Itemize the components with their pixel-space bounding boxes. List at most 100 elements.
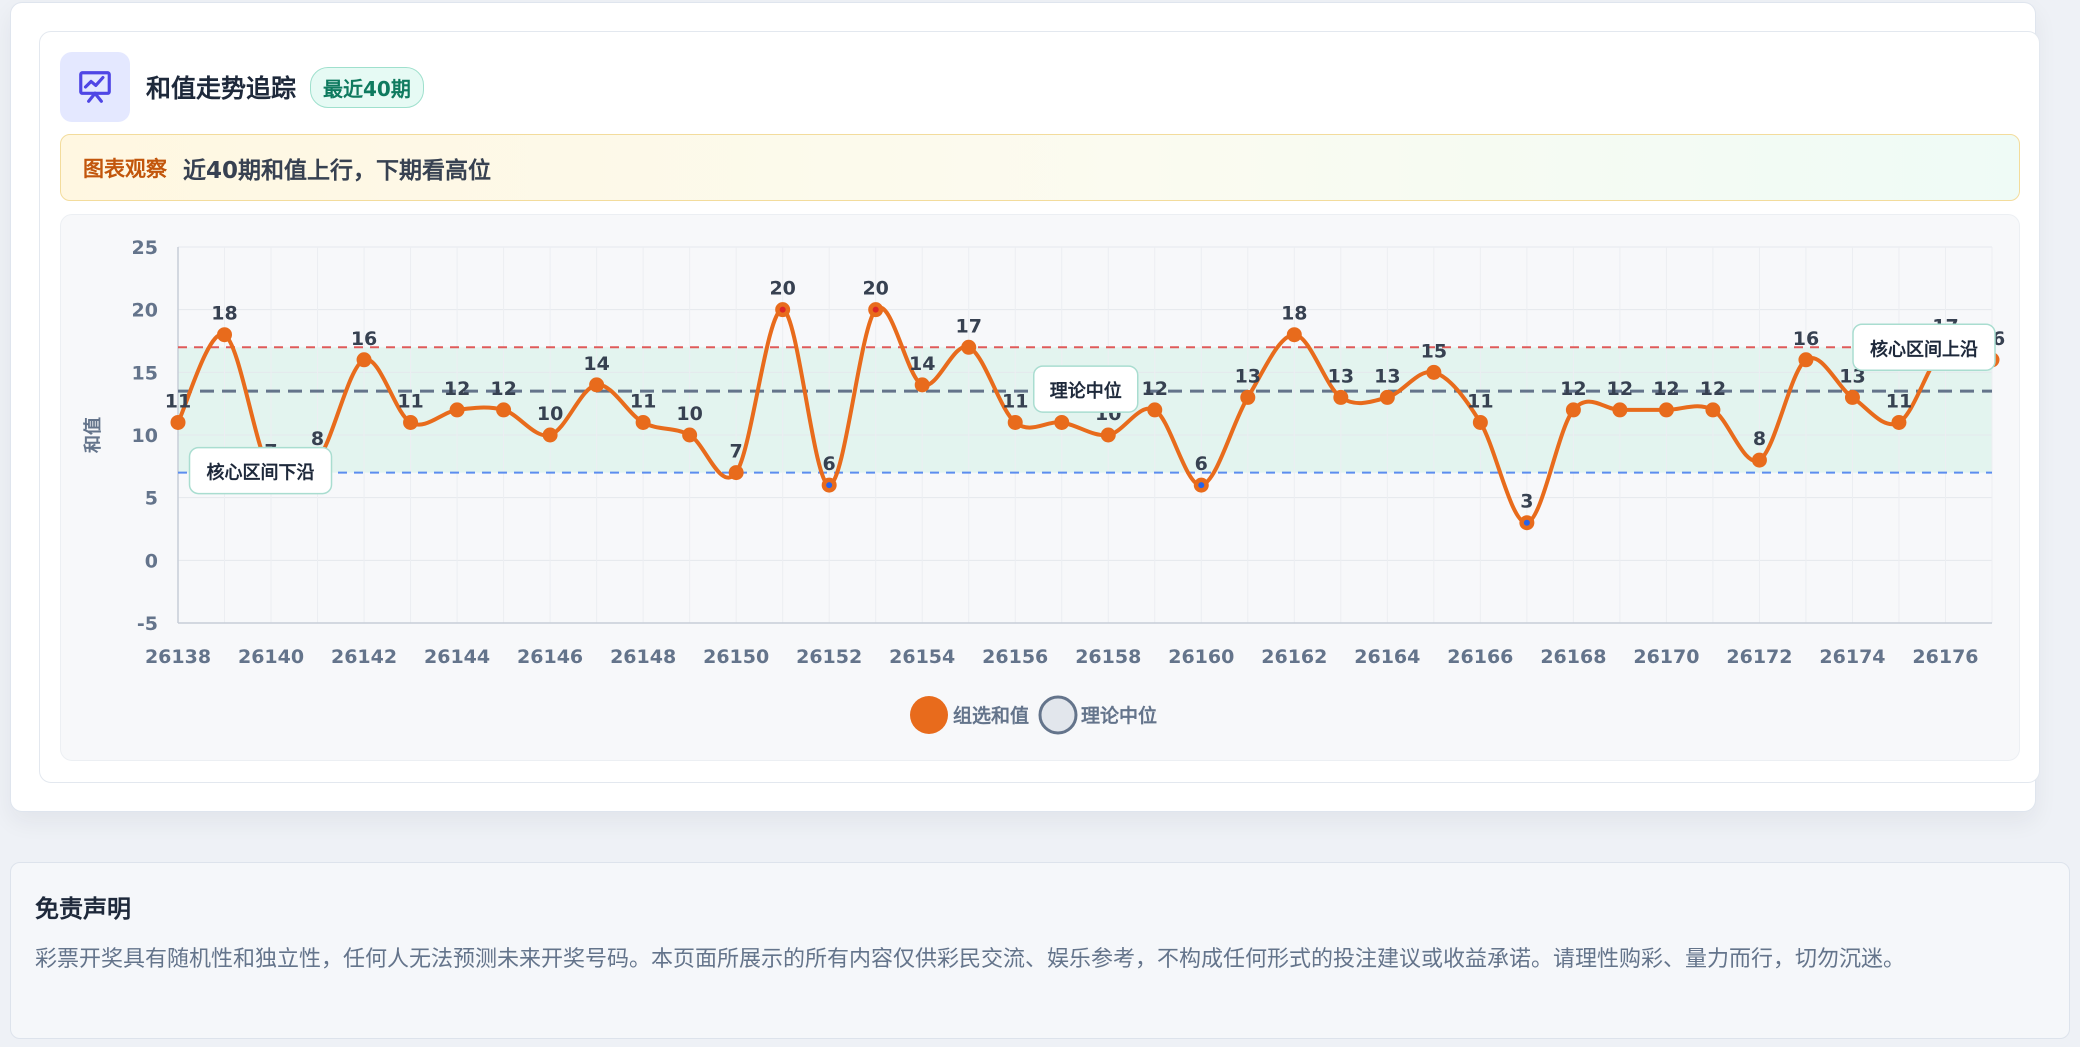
x-tick-label: 26140 (238, 646, 304, 668)
data-label: 11 (165, 390, 191, 412)
period-badge: 最近40期 (310, 66, 424, 108)
data-point (961, 339, 977, 355)
card-header: 和值走势追踪 最近40期 (60, 52, 424, 122)
data-label: 20 (769, 278, 795, 300)
legend-label: 组选和值 (953, 704, 1029, 727)
x-tick-label: 26152 (796, 646, 862, 668)
data-point (1751, 452, 1767, 468)
data-label: 12 (1142, 378, 1168, 400)
x-tick-label: 26142 (331, 646, 397, 668)
chart-panel: -5 0 5 10 15 20 25 26138 26140 26142 26144 26146 261… (60, 214, 2020, 761)
data-label: 11 (397, 390, 423, 412)
data-label: 16 (1793, 328, 1819, 350)
observation-banner: 图表观察 近40期和值上行，下期看高位 (60, 134, 2020, 201)
y-tick-label: -5 (137, 613, 158, 635)
data-point (403, 414, 419, 430)
data-label: 14 (583, 353, 609, 375)
data-point (1100, 427, 1116, 443)
legend-marker (910, 696, 948, 734)
y-axis-title: 和值 (82, 417, 104, 453)
data-label: 18 (1281, 303, 1307, 325)
data-label: 16 (351, 328, 377, 350)
data-label: 8 (311, 428, 324, 450)
data-point (1007, 414, 1023, 430)
y-tick-label: 5 (145, 488, 158, 510)
disclaimer-text: 彩票开奖具有随机性和独立性，任何人无法预测未来开奖号码。本页面所展示的所有内容仅… (35, 947, 1906, 972)
data-point (1472, 414, 1488, 430)
data-label: 8 (1753, 428, 1766, 450)
y-tick-label: 10 (132, 425, 158, 447)
data-label: 17 (955, 315, 981, 337)
x-tick-label: 26164 (1354, 646, 1420, 668)
data-point (589, 377, 605, 393)
chart-title: 和值走势追踪 (146, 74, 297, 103)
data-point (542, 427, 558, 443)
data-label: 12 (1560, 378, 1586, 400)
max-point-marker (779, 306, 786, 313)
y-tick-label: 25 (132, 237, 158, 259)
x-tick-label: 26176 (1912, 646, 1978, 668)
data-point (356, 352, 372, 368)
data-point (635, 414, 651, 430)
data-label: 10 (676, 403, 702, 425)
data-label: 11 (630, 390, 656, 412)
data-label: 11 (1467, 390, 1493, 412)
x-tick-label: 26138 (145, 646, 211, 668)
data-point (1240, 389, 1256, 405)
data-point (1147, 402, 1163, 418)
data-point (170, 414, 186, 430)
max-point-marker (872, 306, 879, 313)
data-point (1798, 352, 1814, 368)
data-label: 12 (444, 378, 470, 400)
legend-marker (1038, 695, 1078, 735)
data-label: 20 (862, 278, 888, 300)
y-tick-label: 0 (145, 550, 158, 572)
data-point (1565, 402, 1581, 418)
upper-callout-text: 核心区间上沿 (1870, 338, 1978, 360)
data-point (1612, 402, 1628, 418)
observation-label: 图表观察 (83, 156, 167, 181)
data-point (496, 402, 512, 418)
data-label: 6 (823, 453, 836, 475)
x-tick-label: 26154 (889, 646, 955, 668)
x-tick-label: 26172 (1726, 646, 1792, 668)
data-point (1286, 327, 1302, 343)
data-label: 18 (211, 303, 237, 325)
y-tick-label: 15 (132, 362, 158, 384)
x-tick-label: 26148 (610, 646, 676, 668)
data-point (682, 427, 698, 443)
median-callout-text: 理论中位 (1050, 380, 1122, 402)
y-tick-label: 20 (132, 300, 158, 322)
data-label: 6 (1195, 453, 1208, 475)
data-label: 12 (490, 378, 516, 400)
x-tick-label: 26150 (703, 646, 769, 668)
data-label: 12 (1653, 378, 1679, 400)
disclaimer-panel: 免责声明 彩票开奖具有随机性和独立性，任何人无法预测未来开奖号码。本页面所展示的… (10, 862, 2070, 1039)
data-label: 11 (1886, 390, 1912, 412)
data-label: 14 (909, 353, 935, 375)
legend-label: 理论中位 (1081, 704, 1157, 727)
lower-callout-text: 核心区间下沿 (207, 462, 315, 484)
data-label: 13 (1328, 365, 1354, 387)
data-point (1891, 414, 1907, 430)
data-label: 12 (1700, 378, 1726, 400)
data-label: 13 (1374, 365, 1400, 387)
observation-text: 近40期和值上行，下期看高位 (183, 157, 492, 184)
data-label: 15 (1421, 340, 1447, 362)
data-point (1426, 364, 1442, 380)
data-label: 10 (537, 403, 563, 425)
data-label: 13 (1235, 365, 1261, 387)
x-tick-label: 26158 (1075, 646, 1141, 668)
data-label: 7 (730, 441, 743, 463)
sum-trend-chart: -5 0 5 10 15 20 25 26138 26140 26142 26144 26146 261… (82, 237, 2005, 735)
min-point-marker (1198, 482, 1205, 489)
data-point (1379, 389, 1395, 405)
min-point-marker (1523, 519, 1530, 526)
x-tick-label: 26146 (517, 646, 583, 668)
data-point (1333, 389, 1349, 405)
data-point (728, 465, 744, 481)
data-point (217, 327, 233, 343)
presentation-chart-icon (60, 52, 130, 122)
data-point (914, 377, 930, 393)
data-label: 12 (1607, 378, 1633, 400)
